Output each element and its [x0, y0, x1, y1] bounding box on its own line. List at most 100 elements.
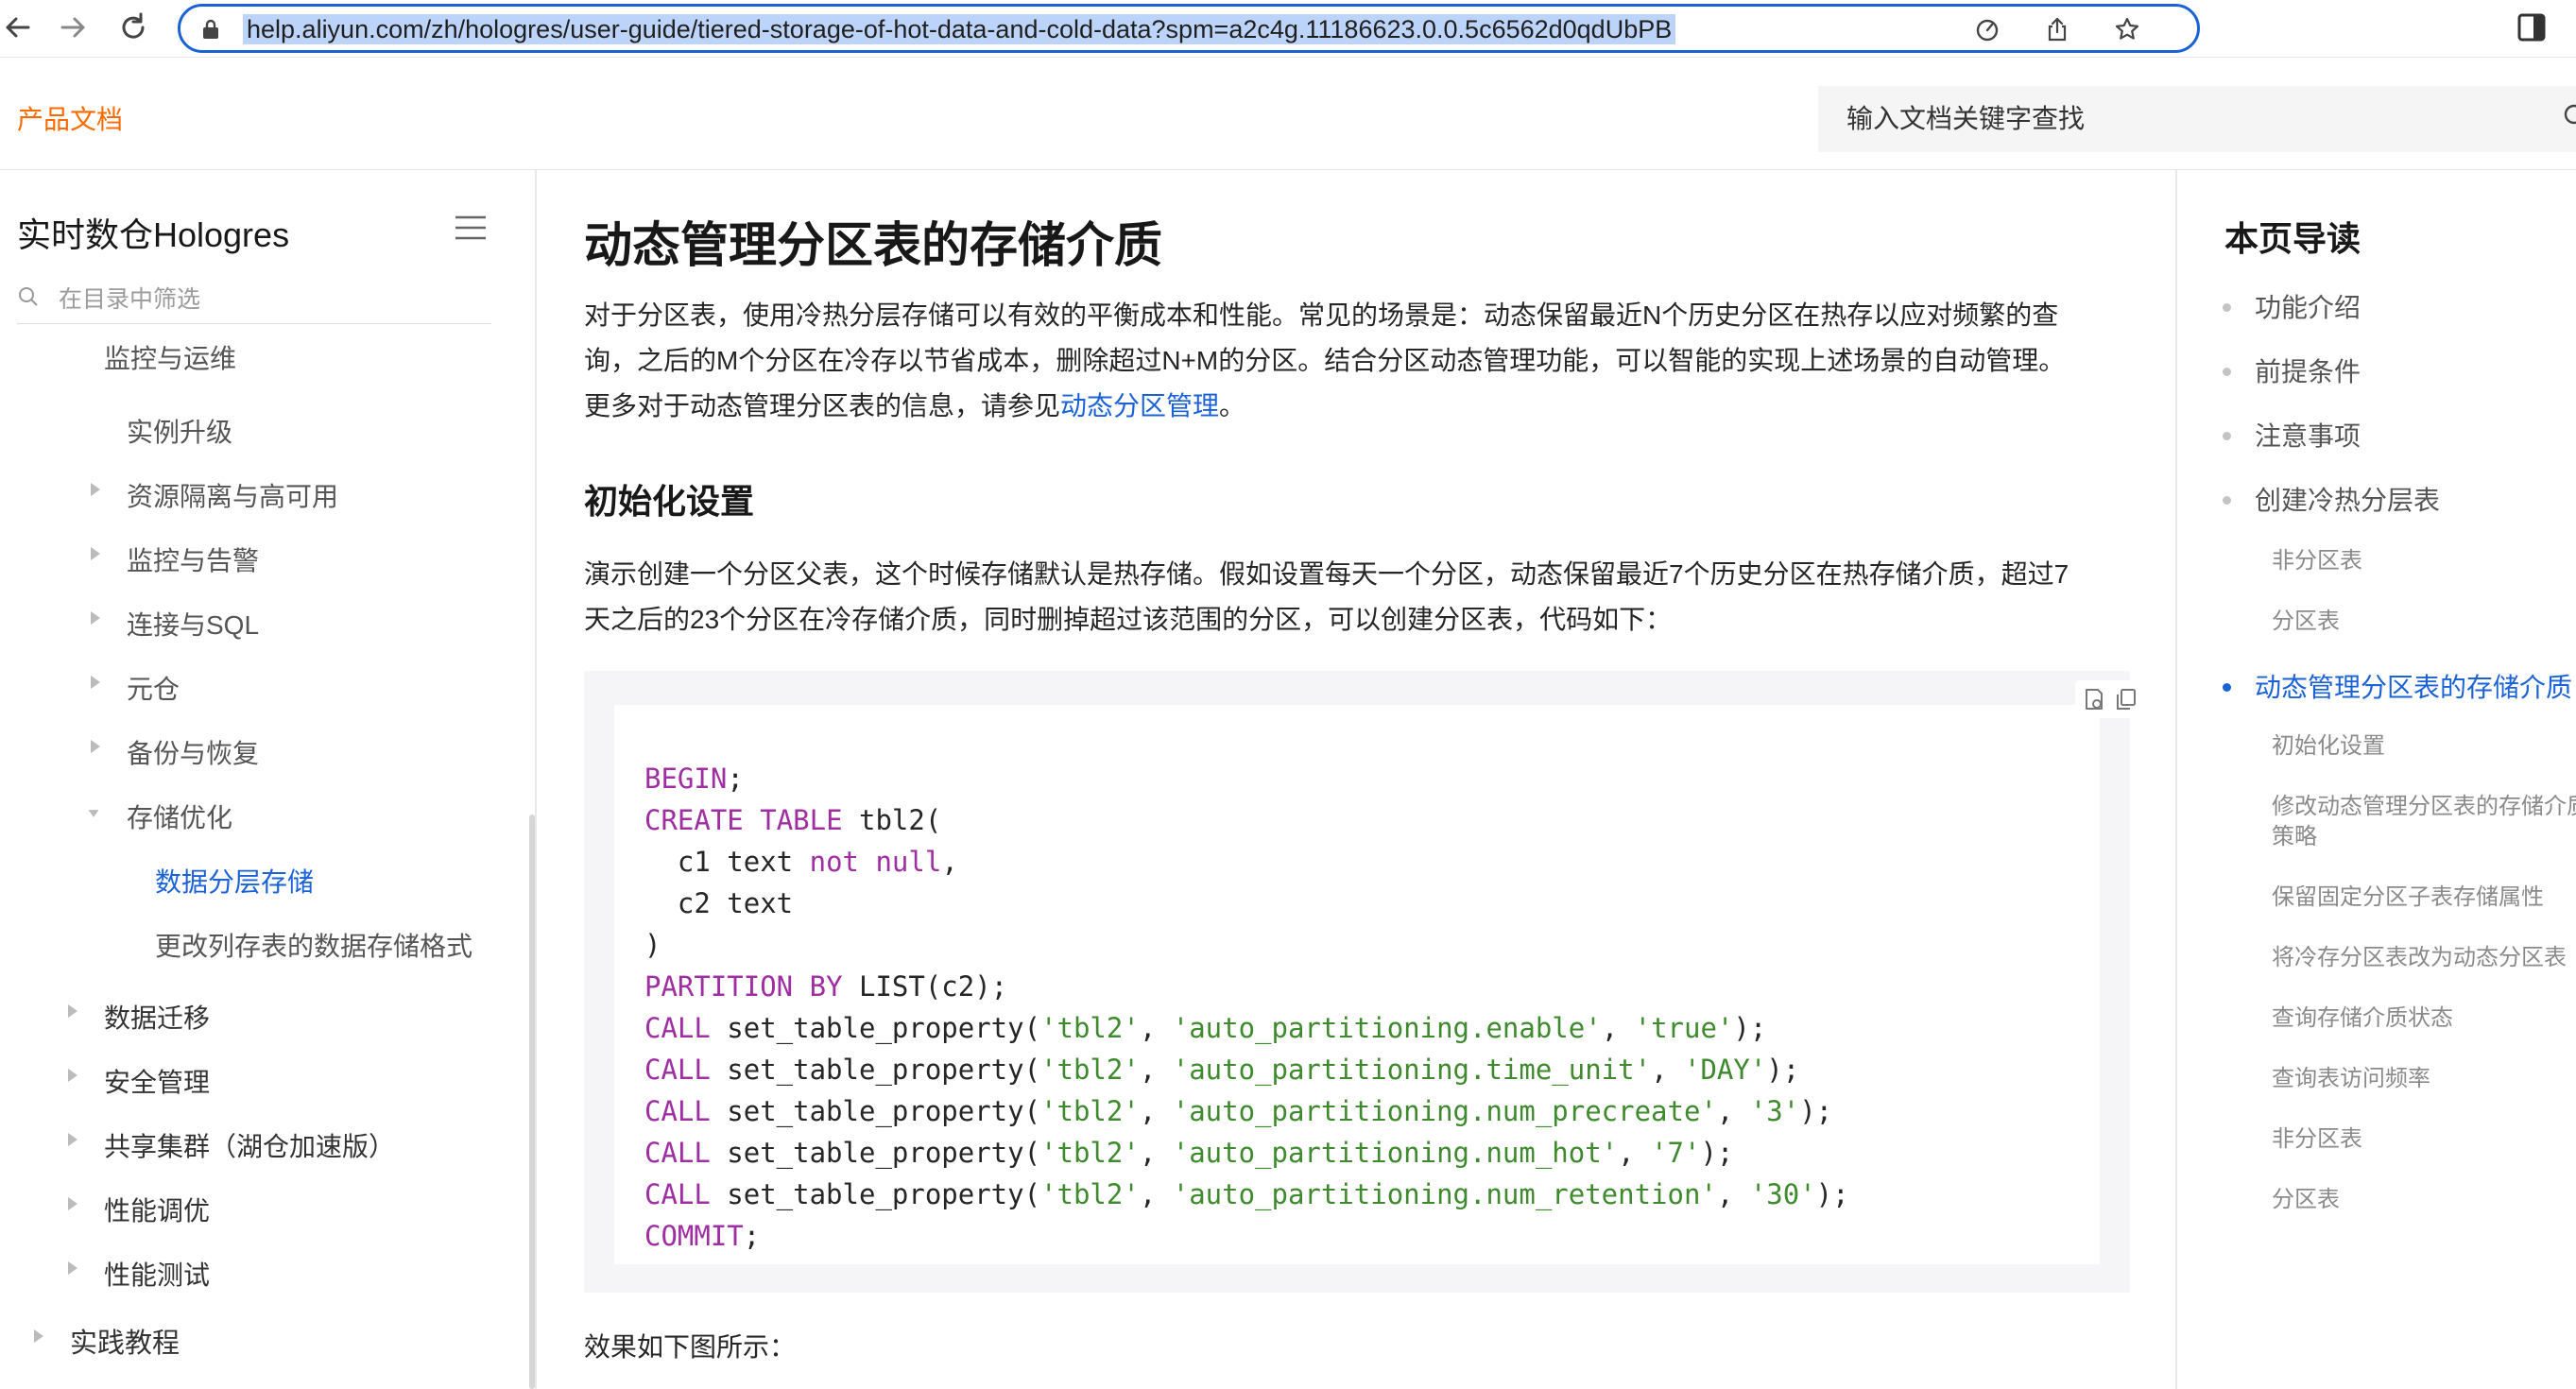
lock-icon[interactable]	[199, 18, 222, 41]
code-string: 'auto_partitioning.enable'	[1172, 1012, 1602, 1044]
code-string: 'auto_partitioning.num_hot'	[1172, 1137, 1619, 1169]
setup-line: 天之后的23个分区在冷存储介质，同时删掉超过该范围的分区，可以创建分区表，代码如…	[584, 605, 1673, 634]
toc-bullet	[2223, 496, 2231, 505]
result-text: 效果如下图所示：	[584, 1332, 797, 1362]
doc-sidebar: 实时数仓Hologres 监控与运维 实例升级 资源隔离与高可用 监控与告警 连…	[0, 170, 537, 1389]
caret-right-icon[interactable]	[66, 1131, 79, 1148]
sidebar-item-monitoring-alerts[interactable]: 监控与告警	[127, 540, 259, 578]
sidebar-item-shared-cluster[interactable]: 共享集群（湖仓加速版）	[104, 1126, 395, 1164]
toc-item-convert-cold-to-dynamic[interactable]: 将冷存分区表改为动态分区表	[2272, 943, 2567, 973]
toc-item-initial-setup[interactable]: 初始化设置	[2272, 731, 2385, 762]
sidebar-item-security[interactable]: 安全管理	[104, 1062, 210, 1100]
sidebar-item-tutorials[interactable]: 实践教程	[70, 1321, 180, 1361]
side-panel-icon[interactable]	[2514, 9, 2550, 45]
toc-item-non-partitioned[interactable]: 非分区表	[2272, 546, 2362, 576]
code-string: 'auto_partitioning.time_unit'	[1172, 1054, 1652, 1086]
page-toc: 本页导读 功能介绍 前提条件 注意事项 创建冷热分层表 非分区表 分区表 动态管…	[2175, 170, 2576, 1389]
code-token: set_table_property(	[710, 1012, 1041, 1044]
product-docs-link[interactable]: 产品文档	[17, 99, 123, 137]
forward-arrow-icon[interactable]	[55, 9, 91, 45]
caret-right-icon[interactable]	[66, 1195, 79, 1212]
code-keyword: TABLE	[760, 804, 843, 836]
code-string: 'DAY'	[1683, 1054, 1767, 1086]
toc-bullet	[2223, 432, 2231, 440]
hamburger-menu-icon[interactable]	[454, 214, 488, 242]
toc-item-prerequisites[interactable]: 前提条件	[2255, 352, 2361, 389]
code-token: set_table_property(	[710, 1137, 1041, 1169]
caret-right-icon[interactable]	[89, 674, 102, 691]
sidebar-scrollbar[interactable]	[529, 815, 535, 1389]
code-text[interactable]: BEGIN; CREATE TABLE tbl2( c1 text not nu…	[644, 758, 1849, 1257]
caret-right-icon[interactable]	[89, 609, 102, 626]
intro-line-suffix: 。	[1219, 391, 1246, 420]
share-icon[interactable]	[2044, 16, 2070, 43]
toc-item-notes[interactable]: 注意事项	[2255, 416, 2361, 454]
intro-line: 对于分区表，使用冷热分层存储可以有效的平衡成本和性能。常见的场景是：动态保留最近…	[584, 300, 2059, 330]
bookmark-star-icon[interactable]	[2114, 16, 2140, 43]
doc-search-input[interactable]	[1818, 86, 2576, 152]
intro-line: 询，之后的M个分区在冷存以节省成本，删除超过N+M的分区。结合分区动态管理功能，…	[584, 346, 2066, 375]
toc-item-dynamic-partition-storage[interactable]: 动态管理分区表的存储介质	[2255, 667, 2572, 705]
toc-item-feature-intro[interactable]: 功能介绍	[2255, 287, 2361, 325]
sidebar-item-resource-isolation[interactable]: 资源隔离与高可用	[127, 476, 338, 514]
code-token: set_table_property(	[710, 1095, 1041, 1127]
caret-right-icon[interactable]	[89, 738, 102, 755]
caret-down-icon[interactable]	[87, 805, 100, 822]
toc-item-query-storage-status[interactable]: 查询存储介质状态	[2272, 1003, 2453, 1034]
sidebar-item-tiered-storage[interactable]: 数据分层存储	[155, 862, 314, 900]
sidebar-item-monitoring-ops[interactable]: 监控与运维	[104, 338, 236, 376]
performance-icon[interactable]	[1974, 16, 2001, 43]
caret-right-icon[interactable]	[89, 481, 102, 498]
caret-right-icon[interactable]	[66, 1003, 79, 1020]
url-text[interactable]: help.aliyun.com/zh/hologres/user-guide/t…	[243, 14, 1676, 44]
sidebar-item-metawarehouse[interactable]: 元仓	[127, 669, 180, 707]
toc-bullet-active	[2223, 683, 2231, 692]
caret-right-icon[interactable]	[32, 1328, 45, 1345]
code-keyword: COMMIT	[644, 1220, 744, 1252]
sidebar-item-backup-restore[interactable]: 备份与恢复	[127, 733, 259, 771]
sidebar-item-storage-optimization[interactable]: 存储优化	[127, 797, 232, 835]
sidebar-item-change-column-storage-format[interactable]: 更改列存表的数据存储格式	[155, 926, 472, 964]
code-string: 'true'	[1634, 1012, 1734, 1044]
code-keyword: CALL	[644, 1095, 711, 1127]
code-string: '3'	[1749, 1095, 1800, 1127]
caret-right-icon[interactable]	[66, 1067, 79, 1084]
code-string: 'tbl2'	[1040, 1012, 1140, 1044]
code-keyword: not	[809, 846, 859, 878]
dynamic-partition-link[interactable]: 动态分区管理	[1060, 391, 1219, 420]
sidebar-item-connection-sql[interactable]: 连接与SQL	[127, 605, 259, 643]
caret-right-icon[interactable]	[89, 545, 102, 562]
toc-item-partitioned-2[interactable]: 分区表	[2272, 1185, 2340, 1215]
reload-icon[interactable]	[115, 9, 151, 45]
code-string: 'tbl2'	[1040, 1095, 1140, 1127]
sidebar-item-data-migration[interactable]: 数据迁移	[104, 998, 210, 1036]
code-token: )	[644, 929, 661, 961]
run-code-icon[interactable]	[2081, 686, 2107, 712]
address-bar[interactable]: help.aliyun.com/zh/hologres/user-guide/t…	[178, 4, 2200, 53]
toc-item-query-access-frequency[interactable]: 查询表访问频率	[2272, 1064, 2430, 1094]
copy-icon[interactable]	[2113, 686, 2139, 712]
sidebar-filter-input[interactable]	[57, 280, 476, 319]
intro-line: 更多对于动态管理分区表的信息，请参见	[584, 391, 1061, 420]
doc-content: 动态管理分区表的存储介质 对于分区表，使用冷热分层存储可以有效的平衡成本和性能。…	[537, 170, 2175, 1389]
toc-item-line: 修改动态管理分区表的存储介质	[2272, 794, 2576, 819]
toc-item-partitioned[interactable]: 分区表	[2272, 607, 2340, 637]
setup-line: 演示创建一个分区父表，这个时候存储默认是热存储。假如设置每天一个分区，动态保留最…	[584, 559, 2069, 589]
caret-right-icon[interactable]	[66, 1260, 79, 1277]
sidebar-item-performance-tuning[interactable]: 性能调优	[104, 1191, 210, 1228]
sidebar-title[interactable]: 实时数仓Hologres	[17, 208, 289, 257]
code-keyword: CALL	[644, 1054, 711, 1086]
toc-item-modify-policy[interactable]: 修改动态管理分区表的存储介质 策略	[2272, 792, 2576, 852]
toc-item-create-tiered-table[interactable]: 创建冷热分层表	[2255, 480, 2440, 518]
toc-bullet	[2223, 303, 2231, 312]
sidebar-item-instance-upgrade[interactable]: 实例升级	[127, 412, 232, 450]
toc-item-non-partitioned-2[interactable]: 非分区表	[2272, 1124, 2362, 1155]
page-title: 动态管理分区表的存储介质	[584, 218, 1163, 272]
toc-title: 本页导读	[2224, 219, 2361, 258]
toc-item-keep-fixed-partition[interactable]: 保留固定分区子表存储属性	[2272, 883, 2544, 913]
code-string: 'tbl2'	[1040, 1137, 1140, 1169]
back-arrow-icon[interactable]	[0, 9, 36, 45]
sidebar-tree: 监控与运维 实例升级 资源隔离与高可用 监控与告警 连接与SQL 元仓 备份与恢…	[0, 344, 535, 1389]
sidebar-item-performance-test[interactable]: 性能测试	[104, 1255, 210, 1293]
search-icon[interactable]	[2563, 103, 2576, 129]
